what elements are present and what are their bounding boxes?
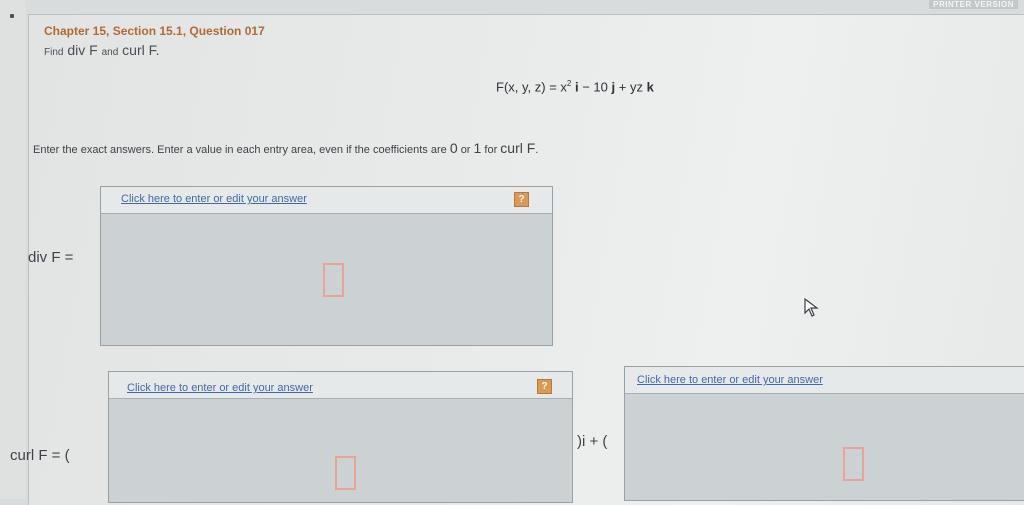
- div-f-label: div F =: [28, 249, 74, 266]
- left-margin: [0, 0, 26, 499]
- curl-f-term: curl F: [122, 42, 156, 58]
- for-word: for: [484, 144, 498, 156]
- curl-f-label: curl F = (: [10, 447, 70, 464]
- answer-entry-slot[interactable]: [323, 263, 344, 297]
- answer-entry-slot[interactable]: [843, 447, 864, 481]
- div-f-answer-box[interactable]: Click here to enter or edit your answer …: [100, 186, 553, 346]
- chapter-title: Chapter 15, Section 15.1, Question 017: [44, 24, 265, 38]
- unit-k: k: [646, 79, 654, 95]
- instructions-period: .: [535, 144, 539, 156]
- or-word: or: [460, 144, 471, 156]
- vector-field-equation: F(x, y, z) = x2 i − 10 j + yz k: [496, 79, 654, 94]
- i-plus-label: )i + (: [577, 433, 608, 450]
- div-f-term: div F: [67, 42, 98, 58]
- mouse-pointer-icon: [804, 298, 819, 317]
- curl-f-j-answer-box[interactable]: Click here to enter or edit your answer: [624, 366, 1024, 501]
- bullet-icon: [10, 14, 14, 18]
- coefficient-zero: 0: [449, 140, 458, 156]
- answer-box-header: Click here to enter or edit your answer: [625, 367, 1024, 394]
- edit-answer-link[interactable]: Click here to enter or edit your answer: [121, 193, 307, 205]
- prompt-period: .: [155, 42, 160, 58]
- instructions: Enter the exact answers. Enter a value i…: [33, 140, 538, 156]
- answer-entry-slot[interactable]: [335, 456, 356, 490]
- curl-f-term: curl F: [500, 140, 536, 156]
- edit-answer-link[interactable]: Click here to enter or edit your answer: [637, 374, 823, 386]
- and-word: and: [101, 47, 119, 58]
- answer-box-header: Click here to enter or edit your answer …: [109, 372, 572, 399]
- field-middle: − 10: [578, 79, 612, 95]
- help-icon[interactable]: ?: [514, 192, 529, 207]
- help-icon[interactable]: ?: [537, 379, 552, 394]
- field-plus-yz: + yz: [615, 79, 647, 95]
- curl-f-i-answer-box[interactable]: Click here to enter or edit your answer …: [108, 371, 573, 503]
- find-word: Find: [44, 47, 64, 58]
- instructions-text: Enter the exact answers. Enter a value i…: [33, 144, 447, 156]
- question-prompt: Find div F and curl F.: [44, 42, 160, 58]
- printer-version-tag[interactable]: PRINTER VERSION: [929, 0, 1018, 9]
- coefficient-one: 1: [473, 140, 482, 156]
- field-lhs: F(x, y, z) = x: [496, 79, 567, 95]
- edit-answer-link[interactable]: Click here to enter or edit your answer: [127, 382, 313, 394]
- answer-box-header: Click here to enter or edit your answer …: [101, 187, 552, 214]
- field-exponent: 2: [566, 79, 572, 88]
